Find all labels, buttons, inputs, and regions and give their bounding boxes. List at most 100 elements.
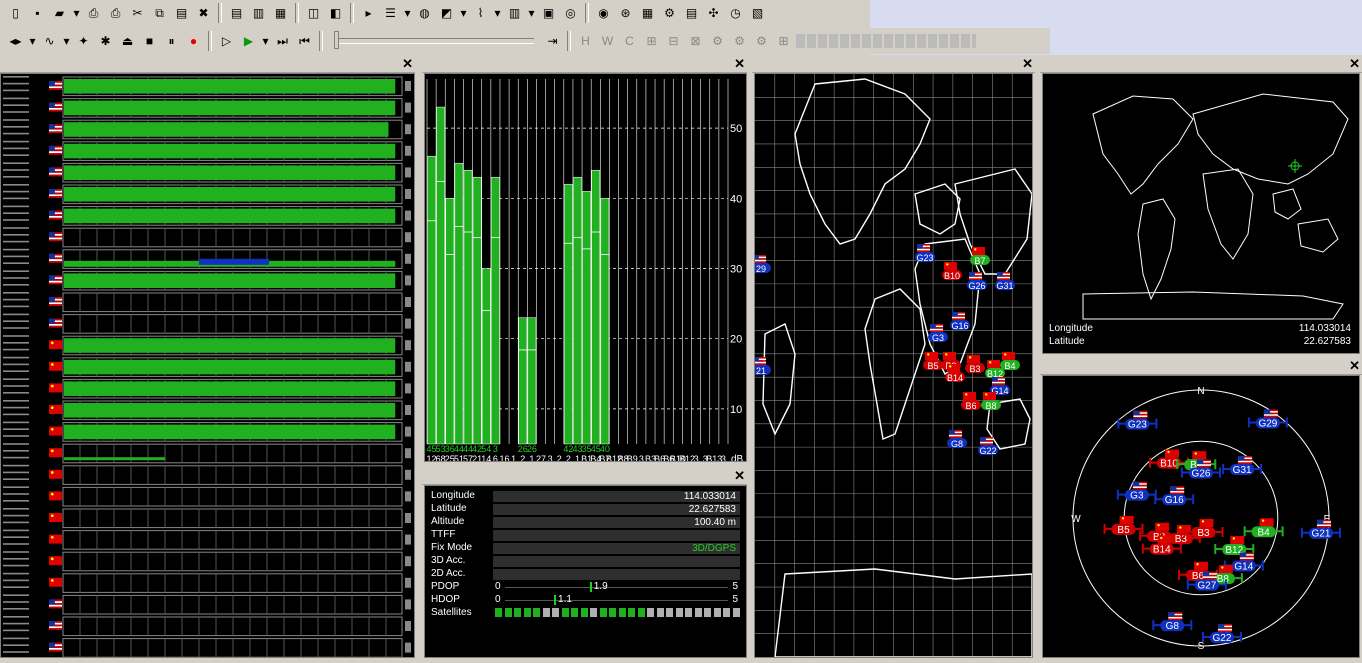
- china-flag-icon: [49, 448, 62, 458]
- grid-icon[interactable]: ⊞: [774, 32, 793, 51]
- window-split-icon[interactable]: ◫: [304, 4, 323, 23]
- sky-plot-icon[interactable]: ◉: [594, 4, 613, 23]
- open-icon[interactable]: ▰: [50, 4, 69, 23]
- db-icon[interactable]: ▦: [638, 4, 657, 23]
- step-icon[interactable]: ◂▸: [6, 32, 25, 51]
- window-tile-icon[interactable]: ◧: [326, 4, 345, 23]
- wave-dropdown-icon[interactable]: ▾: [62, 32, 71, 51]
- print-preview-icon[interactable]: ⎙: [106, 4, 125, 23]
- play-icon[interactable]: ▶: [239, 32, 258, 51]
- bar-dropdown-icon[interactable]: ▾: [527, 4, 536, 23]
- map-satellite-marker: 29: [755, 255, 771, 274]
- row-caption-line: [3, 111, 29, 113]
- row-caption-line: [3, 450, 29, 452]
- record-icon[interactable]: ●: [184, 32, 203, 51]
- chart-icon[interactable]: ◩: [437, 4, 456, 23]
- us-flag-icon: [49, 642, 62, 652]
- nav-label: Fix Mode: [431, 542, 473, 553]
- sky-sat-label: B5: [1117, 525, 1130, 536]
- satellite-cell: [514, 608, 521, 617]
- doc1-icon[interactable]: ▤: [227, 4, 246, 23]
- fast-forward-icon[interactable]: ⏭: [273, 32, 292, 51]
- new-file-icon[interactable]: ▯: [6, 4, 25, 23]
- slider-thumb[interactable]: [334, 31, 339, 49]
- nav-value: 3D/DGPS: [692, 543, 736, 554]
- chart-dropdown-icon[interactable]: ▾: [459, 4, 468, 23]
- marker-label: B10: [944, 271, 960, 281]
- waveform-icon[interactable]: ∿: [40, 32, 59, 51]
- paste-icon[interactable]: ▤: [172, 4, 191, 23]
- signal-dropdown-icon[interactable]: ▾: [493, 4, 502, 23]
- console-icon[interactable]: ▸: [359, 4, 378, 23]
- bug-icon[interactable]: ✱: [96, 32, 115, 51]
- monitor-icon[interactable]: ▣: [539, 4, 558, 23]
- print-icon[interactable]: ⎙: [84, 4, 103, 23]
- list-view-icon[interactable]: ☰: [381, 4, 400, 23]
- stop-icon[interactable]: ■: [140, 32, 159, 51]
- gear3-icon[interactable]: ⚙: [752, 32, 771, 51]
- table-icon[interactable]: ▤: [682, 4, 701, 23]
- open-dropdown-icon[interactable]: ▾: [72, 4, 81, 23]
- close-icon[interactable]: ✕: [734, 56, 745, 72]
- prn-label: 3: [639, 454, 644, 461]
- scope-icon[interactable]: ⊛: [616, 4, 635, 23]
- snr-row-level: [64, 273, 396, 288]
- play-dropdown-icon[interactable]: ▾: [261, 32, 270, 51]
- pause-icon[interactable]: ⏸: [162, 32, 181, 51]
- settings-icon[interactable]: ⚙: [660, 4, 679, 23]
- row-db-label: [405, 275, 411, 286]
- network-icon[interactable]: ✣: [704, 4, 723, 23]
- C-icon[interactable]: C: [620, 32, 639, 51]
- position-map: Longitude 114.033014 Latitude 22.627583: [1042, 73, 1360, 354]
- dop-max: 5: [732, 594, 738, 605]
- marker-label: G3: [932, 333, 944, 343]
- map-icon[interactable]: ▧: [748, 4, 767, 23]
- row-db-label: [405, 189, 411, 199]
- W-icon[interactable]: W: [598, 32, 617, 51]
- rewind-icon[interactable]: ⏮: [295, 32, 314, 51]
- map-satellite-marker: G23: [915, 244, 935, 263]
- toolbar-separator: [585, 3, 589, 23]
- globe-icon[interactable]: ◍: [415, 4, 434, 23]
- play-step-icon[interactable]: ▷: [217, 32, 236, 51]
- sky-sat-label: G26: [1192, 468, 1211, 479]
- gear2-icon[interactable]: ⚙: [730, 32, 749, 51]
- nav-row: Fix Mode 3D/DGPS: [429, 542, 742, 554]
- save-icon[interactable]: ▪: [28, 4, 47, 23]
- bar-chart-icon[interactable]: ▥: [505, 4, 524, 23]
- row-caption-line: [3, 162, 29, 164]
- cut-icon[interactable]: ✂: [128, 4, 147, 23]
- playback-slider[interactable]: [334, 31, 534, 49]
- copy-icon[interactable]: ⧉: [150, 4, 169, 23]
- list-dropdown-icon[interactable]: ▾: [403, 4, 412, 23]
- signal-icon[interactable]: ⌇: [471, 4, 490, 23]
- row-caption-line: [3, 521, 29, 524]
- doc3-icon[interactable]: ▦: [271, 4, 290, 23]
- step-dropdown-icon[interactable]: ▾: [28, 32, 37, 51]
- H-icon[interactable]: H: [576, 32, 595, 51]
- filter3-icon[interactable]: ⊠: [686, 32, 705, 51]
- delete-icon[interactable]: ✖: [194, 4, 213, 23]
- row-db-label: [405, 534, 411, 545]
- nav-value-bar: 114.033014: [493, 491, 740, 502]
- filter1-icon[interactable]: ⊞: [642, 32, 661, 51]
- satellite-cell: [666, 608, 673, 617]
- close-icon[interactable]: ✕: [1022, 56, 1033, 72]
- close-icon[interactable]: ✕: [1349, 358, 1360, 374]
- main-toolbar: ▯ ▪ ▰ ▾ ⎙ ⎙ ✂ ⧉ ▤ ✖ ▤ ▥ ▦ ◫ ◧ ▸ ☰ ▾ ◍ ◩ ▾ ⌇ ▾ ▥ ▾ ▣ ◎ ◉ ⊛ ▦ ⚙ ▤ ✣ ◷ ▧: [0, 0, 870, 26]
- radar-icon[interactable]: ◎: [561, 4, 580, 23]
- eject-icon[interactable]: ⏏: [118, 32, 137, 51]
- compass-label: W: [1071, 514, 1081, 525]
- satellite-cell: [523, 608, 531, 617]
- close-icon[interactable]: ✕: [402, 56, 413, 72]
- row-caption-line: [3, 205, 29, 208]
- close-icon[interactable]: ✕: [1349, 56, 1360, 72]
- end-icon[interactable]: ⇥: [543, 32, 562, 51]
- magic-icon[interactable]: ✦: [74, 32, 93, 51]
- doc2-icon[interactable]: ▥: [249, 4, 268, 23]
- gear1-icon[interactable]: ⚙: [708, 32, 727, 51]
- clock-icon[interactable]: ◷: [726, 4, 745, 23]
- close-icon[interactable]: ✕: [734, 468, 745, 484]
- filter2-icon[interactable]: ⊟: [664, 32, 683, 51]
- china-flag-icon: [49, 491, 62, 501]
